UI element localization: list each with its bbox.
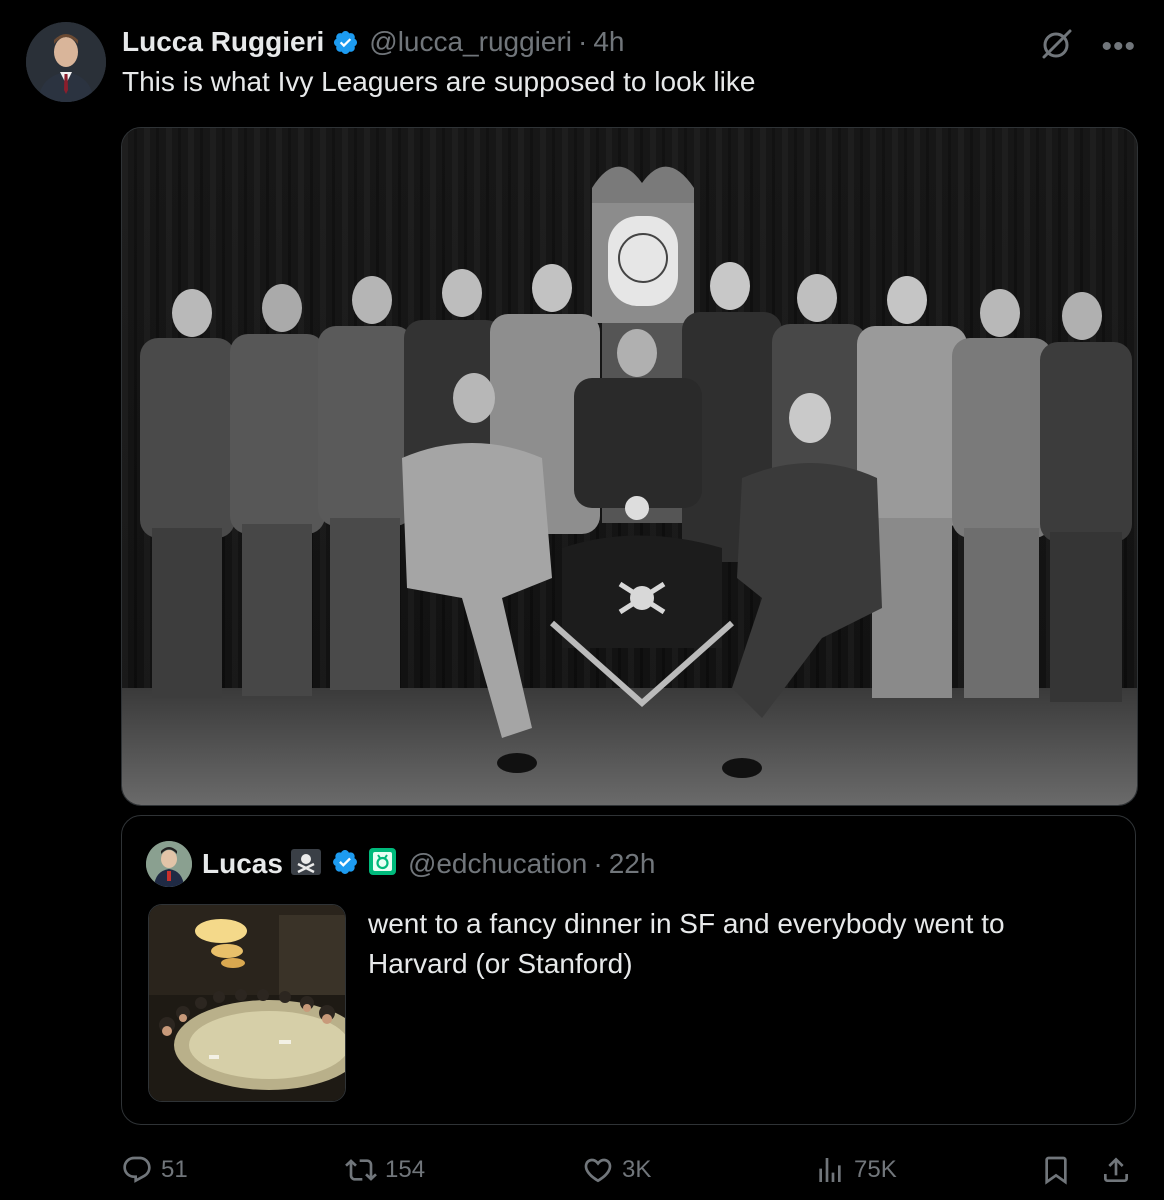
separator-dot: · (578, 26, 588, 57)
quoted-post[interactable]: Lucas @edchucation · 22h went to a fancy… (121, 815, 1136, 1125)
post-action-bar: 51 154 3K 75K (0, 1148, 1164, 1192)
grok-icon[interactable] (1039, 26, 1075, 67)
post-text: This is what Ivy Leaguers are supposed t… (122, 66, 756, 97)
quoted-author-display-name[interactable]: Lucas (202, 848, 283, 880)
quoted-post-time[interactable]: 22h (609, 848, 656, 880)
verified-badge-icon[interactable] (332, 29, 359, 56)
views-chart-icon (819, 1158, 841, 1182)
views-button[interactable]: 75K (814, 1148, 897, 1192)
quoted-post-text: went to a fancy dinner in SF and everybo… (368, 908, 1005, 979)
heart-icon (584, 1158, 612, 1183)
reply-count: 51 (161, 1156, 188, 1183)
bookmark-icon (1045, 1156, 1067, 1185)
green-affiliate-badge-icon[interactable] (359, 848, 396, 880)
reply-icon (123, 1156, 151, 1183)
quoted-separator-dot: · (593, 848, 603, 879)
reply-button[interactable]: 51 (121, 1148, 188, 1192)
repost-icon (345, 1159, 377, 1181)
post-image[interactable] (121, 127, 1138, 806)
repost-button[interactable]: 154 (345, 1148, 425, 1192)
bookmark-button[interactable] (1040, 1148, 1072, 1192)
quoted-author-handle[interactable]: @edchucation (408, 848, 587, 880)
quoted-verified-badge-icon[interactable] (321, 848, 359, 881)
author-handle[interactable]: @lucca_ruggieri (369, 26, 572, 58)
quoted-post-image[interactable] (148, 904, 346, 1102)
post-time[interactable]: 4h (593, 26, 624, 58)
author-display-name[interactable]: Lucca Ruggieri (122, 26, 324, 58)
quoted-post-header: Lucas @edchucation · 22h (146, 840, 655, 888)
more-options-icon[interactable]: ••• (1101, 31, 1136, 61)
post-top-icons: ••• (1039, 26, 1136, 67)
share-icon (1104, 1157, 1128, 1182)
repost-count: 154 (385, 1156, 426, 1183)
author-avatar[interactable] (26, 22, 106, 102)
like-button[interactable]: 3K (582, 1148, 651, 1192)
skull-and-crossbones-flag-icon (283, 848, 321, 880)
views-count: 75K (854, 1156, 897, 1183)
share-button[interactable] (1100, 1148, 1132, 1192)
quoted-author-avatar[interactable] (146, 841, 192, 887)
like-count: 3K (622, 1156, 652, 1183)
post-header: Lucca Ruggieri @lucca_ruggieri · 4h (122, 22, 625, 62)
